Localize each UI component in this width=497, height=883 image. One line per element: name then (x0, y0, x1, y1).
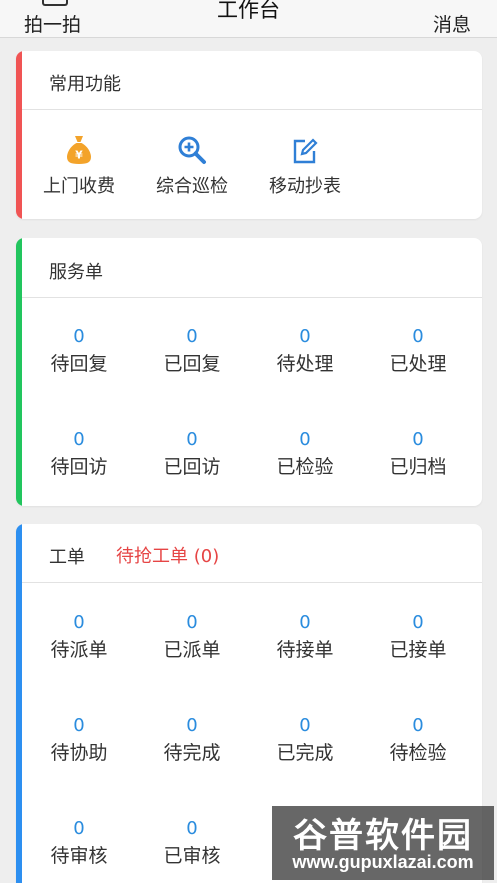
stat-label: 待检验 (389, 742, 447, 764)
card-accent-bar (16, 51, 22, 219)
stat-count: 0 (73, 818, 85, 839)
stat-accepted[interactable]: 0 已接单 (363, 612, 473, 662)
page-title: 工作台 (217, 0, 280, 22)
stat-pending-accept[interactable]: 0 待接单 (250, 612, 360, 662)
stat-pending-inspect[interactable]: 0 待检验 (363, 715, 473, 765)
stat-archived[interactable]: 0 已归档 (363, 429, 473, 479)
stat-inspected[interactable]: 0 已检验 (250, 429, 360, 479)
divider (22, 109, 482, 110)
door-fee-button[interactable]: ¥ 上门收费 (38, 135, 120, 198)
stat-count: 0 (412, 429, 424, 450)
divider (22, 297, 482, 298)
card-title: 常用功能 (49, 74, 121, 95)
card-title: 工单 (49, 547, 85, 568)
stat-pending-assist[interactable]: 0 待协助 (24, 715, 134, 765)
stat-count: 0 (186, 818, 198, 839)
watermark-text: 谷普软件园 (293, 816, 473, 856)
divider (22, 582, 482, 583)
stat-label: 已接单 (389, 639, 447, 661)
stat-count: 0 (412, 715, 424, 736)
stat-label: 待回复 (50, 353, 108, 375)
stat-count: 0 (186, 326, 198, 347)
stat-count: 0 (186, 612, 198, 633)
stat-label: 已审核 (163, 845, 221, 867)
stat-count: 0 (186, 429, 198, 450)
edit-icon (293, 138, 318, 164)
stat-dispatched[interactable]: 0 已派单 (137, 612, 247, 662)
card-accent-bar (16, 524, 22, 883)
stat-revisited[interactable]: 0 已回访 (137, 429, 247, 479)
svg-text:¥: ¥ (75, 149, 83, 162)
stat-label: 待接单 (276, 639, 334, 661)
stat-reviewed[interactable]: 0 已审核 (137, 818, 247, 868)
top-nav-bar: 拍一拍 工作台 消息 (0, 0, 497, 38)
stat-count: 0 (299, 715, 311, 736)
stat-label: 已完成 (276, 742, 334, 764)
stat-label: 待完成 (163, 742, 221, 764)
money-bag-icon: ¥ (67, 136, 91, 164)
stat-count: 0 (186, 715, 198, 736)
stat-count: 0 (412, 326, 424, 347)
stat-count: 0 (299, 612, 311, 633)
stat-label: 已派单 (163, 639, 221, 661)
stat-label: 待协助 (50, 742, 108, 764)
stat-label: 待回访 (50, 456, 108, 478)
stat-replied[interactable]: 0 已回复 (137, 326, 247, 376)
inspection-button[interactable]: 综合巡检 (151, 135, 233, 198)
watermark-url: www.gupuxlazai.com (292, 852, 474, 872)
stat-count: 0 (73, 429, 85, 450)
messages-label: 消息 (432, 14, 471, 36)
stat-label: 待处理 (276, 353, 334, 375)
stat-count: 0 (299, 326, 311, 347)
stat-label: 已回访 (163, 456, 221, 478)
stat-count: 0 (412, 612, 424, 633)
stat-label: 待派单 (50, 639, 108, 661)
function-label: 综合巡检 (156, 176, 228, 197)
stat-count: 0 (299, 429, 311, 450)
zoom-in-icon (178, 136, 206, 164)
stat-count: 0 (73, 612, 85, 633)
stat-pending-review[interactable]: 0 待审核 (24, 818, 134, 868)
meter-reading-button[interactable]: 移动抄表 (264, 135, 346, 198)
messages-button[interactable]: 消息 (427, 0, 471, 38)
function-label: 移动抄表 (269, 176, 341, 197)
stat-pending-revisit[interactable]: 0 待回访 (24, 429, 134, 479)
stat-label: 已检验 (276, 456, 334, 478)
site-watermark: 谷普软件园 www.gupuxlazai.com (272, 806, 494, 880)
service-order-card: 服务单 0 待回复 0 已回复 0 待处理 0 已处理 0 待回访 0 已回访 … (16, 238, 482, 506)
stat-pending-reply[interactable]: 0 待回复 (24, 326, 134, 376)
stat-label: 待审核 (50, 845, 108, 867)
stat-label: 已回复 (163, 353, 221, 375)
function-label: 上门收费 (43, 176, 115, 197)
stat-pending-dispatch[interactable]: 0 待派单 (24, 612, 134, 662)
stat-label: 已归档 (389, 456, 447, 478)
card-accent-bar (16, 238, 22, 506)
card-title: 服务单 (49, 262, 103, 283)
stat-pending-process[interactable]: 0 待处理 (250, 326, 360, 376)
stat-completed[interactable]: 0 已完成 (250, 715, 360, 765)
stat-processed[interactable]: 0 已处理 (363, 326, 473, 376)
stat-label: 已处理 (389, 353, 447, 375)
stat-pending-complete[interactable]: 0 待完成 (137, 715, 247, 765)
stat-count: 0 (73, 715, 85, 736)
stat-count: 0 (73, 326, 85, 347)
common-functions-card: 常用功能 ¥ 上门收费 综合巡检 移动抄表 (16, 51, 482, 219)
pending-grab-orders-link[interactable]: 待抢工单 (0) (116, 542, 219, 568)
